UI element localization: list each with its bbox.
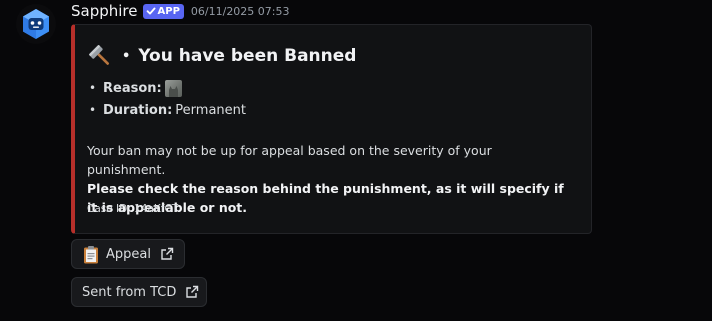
embed-fields: • Reason: • Duration: Permanent <box>89 77 246 121</box>
external-link-icon <box>185 285 199 299</box>
checkmark-icon <box>146 7 155 15</box>
title-separator: • <box>122 48 131 64</box>
clipboard-icon <box>82 245 100 264</box>
message-timestamp: 06/11/2025 07:53 <box>190 4 290 18</box>
sent-from-tcd-label: Sent from TCD <box>82 284 177 300</box>
robot-face-icon <box>23 9 49 39</box>
chat-message: Sapphire APP 06/11/2025 07:53 • You have <box>0 0 712 321</box>
message-header: Sapphire APP 06/11/2025 07:53 <box>71 1 290 21</box>
appeal-button-label: Appeal <box>106 246 151 262</box>
description-text: Your ban may not be up for appeal based … <box>87 143 492 177</box>
field-value: Permanent <box>175 102 246 118</box>
ban-embed: • You have been Banned • Reason: • Durat… <box>71 24 592 234</box>
embed-title: • You have been Banned <box>87 41 356 71</box>
reason-image-icon[interactable] <box>164 79 182 97</box>
sent-from-tcd-button[interactable]: Sent from TCD <box>71 277 207 307</box>
external-link-icon <box>160 247 174 261</box>
embed-title-text: You have been Banned <box>138 46 357 66</box>
appeal-button[interactable]: Appeal <box>71 239 185 269</box>
app-badge-label: APP <box>157 5 180 17</box>
author-name[interactable]: Sapphire <box>71 2 138 20</box>
field-duration: • Duration: Permanent <box>89 102 246 118</box>
avatar[interactable] <box>16 4 56 44</box>
app-badge: APP <box>142 3 184 19</box>
field-label: Reason: <box>103 80 162 96</box>
hammer-icon <box>87 43 113 69</box>
field-label: Duration: <box>103 102 173 118</box>
field-reason: • Reason: <box>89 77 246 99</box>
embed-footer: Case ID: 14aKfCT <box>87 203 179 215</box>
